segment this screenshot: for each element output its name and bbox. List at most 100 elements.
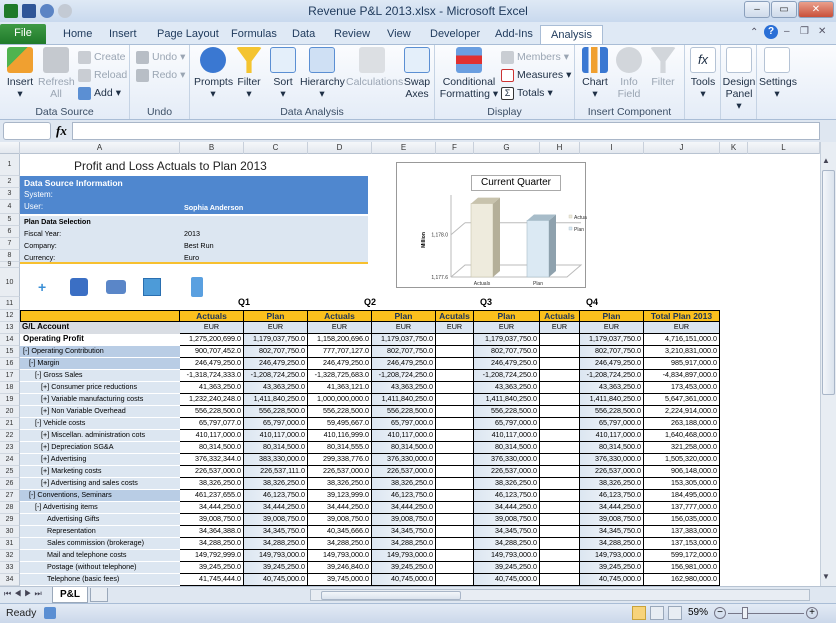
table-cell[interactable]: 34,345,750.0 <box>474 526 540 538</box>
table-cell[interactable]: 65,797,000.0 <box>244 418 308 430</box>
table-cell[interactable] <box>436 478 474 490</box>
table-cell[interactable]: 34,288,250.0 <box>372 538 436 550</box>
table-cell[interactable]: 461,237,655.0 <box>180 490 244 502</box>
table-cell[interactable]: 80,314,500.0 <box>580 442 644 454</box>
table-cell[interactable]: 65,797,077.0 <box>180 418 244 430</box>
table-cell[interactable]: 1,275,200,699.0 <box>180 334 244 346</box>
table-cell[interactable] <box>540 562 580 574</box>
table-cell[interactable]: 1,411,840,250.0 <box>580 394 644 406</box>
table-cell[interactable]: 38,326,250.0 <box>474 478 540 490</box>
row-header[interactable]: 4 <box>0 200 20 214</box>
row-header[interactable]: 18 <box>0 382 20 394</box>
table-cell[interactable]: 34,345,750.0 <box>372 526 436 538</box>
table-cell[interactable]: 40,345,666.0 <box>308 526 372 538</box>
table-cell[interactable]: 1,232,240,248.0 <box>180 394 244 406</box>
create-button[interactable]: Create <box>78 49 126 65</box>
table-cell[interactable]: 34,364,388.0 <box>180 526 244 538</box>
scroll-down-arrow[interactable]: ▼ <box>822 572 830 581</box>
table-cell[interactable]: 46,123,750.0 <box>244 490 308 502</box>
row-header[interactable]: 21 <box>0 418 20 430</box>
row-header[interactable]: 19 <box>0 394 20 406</box>
row-label[interactable]: [+] Variable manufacturing costs <box>20 394 180 406</box>
table-cell[interactable] <box>540 418 580 430</box>
row-header[interactable]: 3 <box>0 188 20 200</box>
table-cell[interactable]: 34,444,250.0 <box>474 502 540 514</box>
table-cell[interactable]: 226,537,000.0 <box>474 466 540 478</box>
tab-view[interactable]: View <box>385 25 413 44</box>
table-cell[interactable]: 556,228,500.0 <box>180 406 244 418</box>
sort-button[interactable]: Sort ▾ <box>268 47 298 100</box>
row-label[interactable]: [+] Non Variable Overhead <box>20 406 180 418</box>
tab-insert[interactable]: Insert <box>107 25 139 44</box>
table-cell[interactable]: 39,008,750.0 <box>244 514 308 526</box>
row-label[interactable]: [-] Conventions, Seminars <box>20 490 180 502</box>
members-button[interactable]: Members ▾ <box>501 49 569 65</box>
totals-button[interactable]: Σ Totals ▾ <box>501 85 553 101</box>
table-cell[interactable]: 80,314,500.0 <box>372 442 436 454</box>
tab-page-layout[interactable]: Page Layout <box>155 25 221 44</box>
open-folder-icon[interactable] <box>106 280 126 294</box>
row-label[interactable]: [-] Gross Sales <box>20 370 180 382</box>
swap-axes-button[interactable]: Swap Axes <box>400 47 434 100</box>
table-cell[interactable]: 137,777,000.0 <box>644 502 720 514</box>
table-cell[interactable]: 226,537,000.0 <box>308 466 372 478</box>
table-cell[interactable]: 40,745,000.0 <box>580 574 644 586</box>
table-cell[interactable]: 1,000,000,000.0 <box>308 394 372 406</box>
info-field-button[interactable]: Info Field <box>613 47 645 100</box>
sheet-tab-pl[interactable]: P&L <box>52 587 88 603</box>
table-cell[interactable] <box>540 358 580 370</box>
row-label[interactable]: Operating Profit <box>20 334 180 346</box>
row-header[interactable]: 5 <box>0 214 20 226</box>
row-header[interactable]: 7 <box>0 238 20 250</box>
column-header-l[interactable]: L <box>748 142 820 154</box>
table-cell[interactable] <box>540 574 580 586</box>
table-cell[interactable]: 246,479,250.0 <box>474 358 540 370</box>
tab-developer[interactable]: Developer <box>428 25 482 44</box>
table-cell[interactable]: 410,117,000.0 <box>244 430 308 442</box>
table-cell[interactable]: 226,537,000.0 <box>580 466 644 478</box>
table-cell[interactable] <box>540 442 580 454</box>
row-header[interactable]: 33 <box>0 562 20 574</box>
table-cell[interactable]: 34,444,250.0 <box>372 502 436 514</box>
column-header-b[interactable]: B <box>180 142 244 154</box>
row-header[interactable]: 16 <box>0 358 20 370</box>
zoom-in-button[interactable]: + <box>806 607 818 619</box>
currency-value[interactable]: Euro <box>182 253 201 263</box>
table-cell[interactable]: 263,188,000.0 <box>644 418 720 430</box>
help-icon[interactable]: ? <box>764 25 778 39</box>
table-cell[interactable]: 137,383,000.0 <box>644 526 720 538</box>
table-cell[interactable]: 1,158,200,696.0 <box>308 334 372 346</box>
table-cell[interactable]: -1,208,724,250.0 <box>372 370 436 382</box>
table-cell[interactable]: 802,707,750.0 <box>372 346 436 358</box>
table-cell[interactable]: 900,707,452.0 <box>180 346 244 358</box>
table-cell[interactable] <box>540 526 580 538</box>
table-cell[interactable]: 34,444,250.0 <box>180 502 244 514</box>
row-header[interactable]: 2 <box>0 176 20 188</box>
hierarchy-button[interactable]: Hierarchy ▾ <box>300 47 345 100</box>
table-cell[interactable]: 39,745,000.0 <box>308 574 372 586</box>
table-cell[interactable]: 39,008,750.0 <box>474 514 540 526</box>
chart-button[interactable]: Chart ▾ <box>579 47 611 100</box>
table-cell[interactable]: 906,148,000.0 <box>644 466 720 478</box>
table-cell[interactable] <box>436 406 474 418</box>
macro-record-icon[interactable] <box>44 607 56 619</box>
ribbon-undo-button[interactable]: Undo ▾ <box>136 49 185 65</box>
table-cell[interactable]: 34,288,250.0 <box>180 538 244 550</box>
table-cell[interactable]: 38,326,250.0 <box>580 478 644 490</box>
table-cell[interactable]: 149,793,000.0 <box>474 550 540 562</box>
worksheet[interactable]: 1 2 3 4 5 6 7 8 9 10 11 12 13 14 15 16 17 18 19 20 21 22 23 24 2… <box>0 154 820 586</box>
row-label[interactable]: [+] Consumer price reductions <box>20 382 180 394</box>
row-header[interactable]: 15 <box>0 346 20 358</box>
table-cell[interactable]: 65,797,000.0 <box>580 418 644 430</box>
table-cell[interactable]: 1,179,037,750.0 <box>474 334 540 346</box>
component-filter-button[interactable]: Filter <box>647 47 679 88</box>
table-cell[interactable] <box>436 490 474 502</box>
table-cell[interactable] <box>436 358 474 370</box>
table-cell[interactable]: 1,411,840,250.0 <box>244 394 308 406</box>
table-cell[interactable]: 39,245,250.0 <box>180 562 244 574</box>
table-cell[interactable]: 226,537,000.0 <box>372 466 436 478</box>
table-cell[interactable] <box>436 550 474 562</box>
row-header[interactable]: 17 <box>0 370 20 382</box>
table-cell[interactable]: 299,338,776.0 <box>308 454 372 466</box>
table-cell[interactable] <box>540 550 580 562</box>
